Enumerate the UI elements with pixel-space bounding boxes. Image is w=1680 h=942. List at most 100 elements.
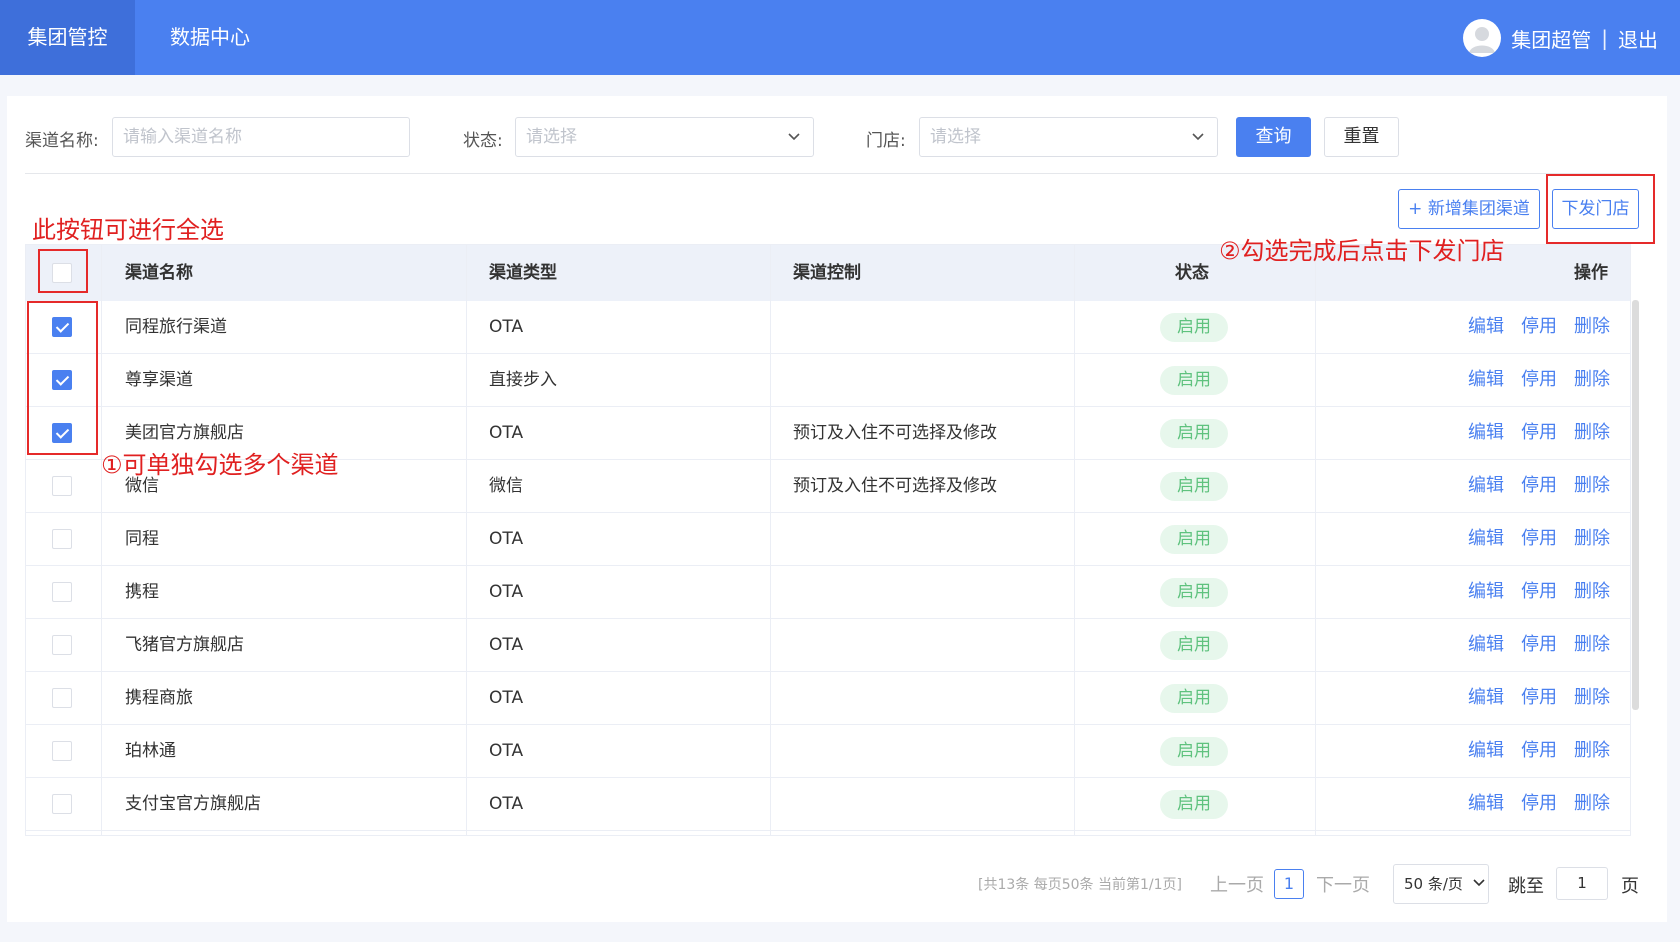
store-select[interactable]: 请选择 [919, 117, 1218, 157]
prev-page-button[interactable]: 上一页 [1210, 871, 1264, 897]
channel-name-cell: 携程 [125, 582, 159, 602]
delete-link[interactable]: 删除 [1574, 566, 1610, 618]
page-suffix-label: 页 [1621, 876, 1639, 897]
channel-name-cell: 珀林通 [125, 741, 176, 761]
filter-divider [25, 173, 1640, 174]
user-name[interactable]: 集团超管 [1511, 24, 1591, 53]
edit-link[interactable]: 编辑 [1468, 619, 1504, 671]
delete-link[interactable]: 删除 [1574, 407, 1610, 459]
multi-select-highlight-box [27, 301, 98, 455]
store-label: 门店: [866, 131, 906, 151]
header-separator: | [1601, 26, 1608, 50]
status-badge: 启用 [1160, 313, 1228, 342]
column-divider [466, 245, 467, 835]
channel-type-cell: OTA [489, 635, 524, 655]
channel-name-input[interactable]: 请输入渠道名称 [112, 117, 410, 157]
edit-link[interactable]: 编辑 [1468, 672, 1504, 724]
pagination-info: [共13条 每页50条 当前第1/1页] [978, 877, 1182, 893]
status-label: 状态: [463, 131, 503, 151]
table-scrollbar[interactable] [1632, 300, 1639, 710]
disable-link[interactable]: 停用 [1521, 513, 1557, 565]
column-header-status: 状态 [1175, 263, 1209, 283]
edit-link[interactable]: 编辑 [1468, 407, 1504, 459]
row-checkbox[interactable] [52, 688, 72, 708]
jump-label: 跳至 [1508, 876, 1544, 897]
status-badge: 启用 [1160, 790, 1228, 819]
disable-link[interactable]: 停用 [1521, 778, 1557, 830]
status-badge: 启用 [1160, 525, 1228, 554]
dispatch-annotation: ②勾选完成后点击下发门店 [1219, 237, 1505, 265]
nav-tab-group-control[interactable]: 集团管控 [0, 0, 135, 75]
table-row: 携程商旅 OTA 启用 编辑 停用 删除 [26, 672, 1630, 725]
select-all-highlight-box [38, 249, 88, 293]
channel-name-label: 渠道名称: [25, 131, 99, 151]
nav-tab-data-center[interactable]: 数据中心 [135, 0, 285, 75]
row-checkbox[interactable] [52, 529, 72, 549]
user-avatar-icon[interactable] [1463, 19, 1502, 57]
add-group-channel-button[interactable]: + 新增集团渠道 [1398, 189, 1540, 229]
status-badge: 启用 [1160, 472, 1228, 501]
delete-link[interactable]: 删除 [1574, 725, 1610, 777]
disable-link[interactable]: 停用 [1521, 354, 1557, 406]
logout-link[interactable]: 退出 [1618, 24, 1658, 53]
top-navigation-bar: 集团管控 数据中心 集团超管 | 退出 [0, 0, 1680, 75]
disable-link[interactable]: 停用 [1521, 672, 1557, 724]
edit-link[interactable]: 编辑 [1468, 725, 1504, 777]
table-row: 尊享渠道 直接步入 启用 编辑 停用 删除 [26, 354, 1630, 407]
status-badge: 启用 [1160, 684, 1228, 713]
delete-link[interactable]: 删除 [1574, 460, 1610, 512]
channel-name-cell: 同程旅行渠道 [125, 317, 227, 337]
channel-type-cell: 直接步入 [489, 370, 557, 390]
column-divider [1315, 245, 1316, 835]
table-row: 携程 OTA 启用 编辑 停用 删除 [26, 566, 1630, 619]
next-page-button[interactable]: 下一页 [1316, 871, 1370, 897]
delete-link[interactable]: 删除 [1574, 301, 1610, 353]
reset-button[interactable]: 重置 [1324, 117, 1399, 157]
disable-link[interactable]: 停用 [1521, 566, 1557, 618]
channel-type-cell: OTA [489, 688, 524, 708]
row-checkbox[interactable] [52, 741, 72, 761]
delete-link[interactable]: 删除 [1574, 778, 1610, 830]
column-header-operation: 操作 [1574, 263, 1608, 283]
edit-link[interactable]: 编辑 [1468, 301, 1504, 353]
channel-name-cell: 飞猪官方旗舰店 [125, 635, 244, 655]
channel-name-cell: 支付宝官方旗舰店 [125, 794, 261, 814]
table-row: 飞猪官方旗舰店 OTA 启用 编辑 停用 删除 [26, 619, 1630, 672]
user-area: 集团超管 | 退出 [1463, 19, 1658, 57]
delete-link[interactable]: 删除 [1574, 619, 1610, 671]
row-checkbox[interactable] [52, 582, 72, 602]
edit-link[interactable]: 编辑 [1468, 778, 1504, 830]
select-all-annotation: 此按钮可进行全选 [32, 216, 224, 244]
edit-link[interactable]: 编辑 [1468, 354, 1504, 406]
dispatch-highlight-box [1546, 174, 1655, 244]
channel-control-cell: 预订及入住不可选择及修改 [793, 423, 997, 443]
page-number-button[interactable]: 1 [1274, 869, 1304, 899]
query-button[interactable]: 查询 [1236, 117, 1311, 157]
edit-link[interactable]: 编辑 [1468, 566, 1504, 618]
disable-link[interactable]: 停用 [1521, 619, 1557, 671]
edit-link[interactable]: 编辑 [1468, 513, 1504, 565]
jump-page-input[interactable]: 1 [1556, 867, 1608, 900]
chevron-down-icon [787, 118, 801, 171]
status-badge: 启用 [1160, 631, 1228, 660]
disable-link[interactable]: 停用 [1521, 460, 1557, 512]
table-row: 珀林通 OTA 启用 编辑 停用 删除 [26, 725, 1630, 778]
edit-link[interactable]: 编辑 [1468, 460, 1504, 512]
row-checkbox[interactable] [52, 635, 72, 655]
page-size-value: 50 条/页 [1404, 875, 1463, 893]
status-badge: 启用 [1160, 578, 1228, 607]
delete-link[interactable]: 删除 [1574, 513, 1610, 565]
delete-link[interactable]: 删除 [1574, 672, 1610, 724]
disable-link[interactable]: 停用 [1521, 725, 1557, 777]
row-checkbox[interactable] [52, 794, 72, 814]
column-header-control: 渠道控制 [793, 263, 861, 283]
status-badge: 启用 [1160, 737, 1228, 766]
channel-type-cell: OTA [489, 582, 524, 602]
disable-link[interactable]: 停用 [1521, 301, 1557, 353]
row-checkbox[interactable] [52, 476, 72, 496]
disable-link[interactable]: 停用 [1521, 407, 1557, 459]
channel-name-cell: 尊享渠道 [125, 370, 193, 390]
page-size-select[interactable]: 50 条/页 [1393, 864, 1489, 904]
delete-link[interactable]: 删除 [1574, 354, 1610, 406]
status-select[interactable]: 请选择 [515, 117, 814, 157]
